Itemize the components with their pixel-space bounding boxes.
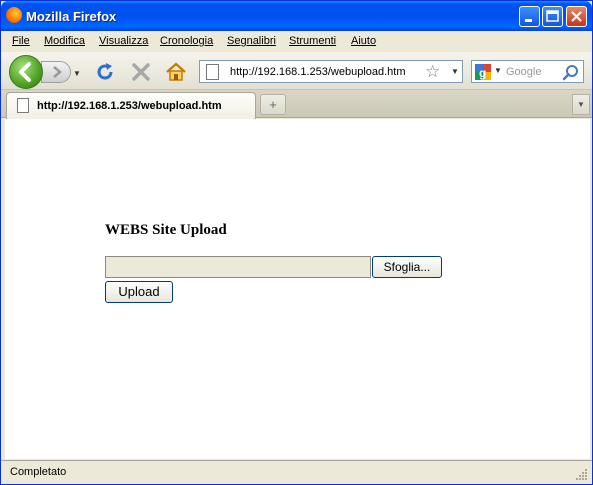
status-text: Completato xyxy=(10,466,67,478)
close-button[interactable] xyxy=(566,6,587,27)
close-icon xyxy=(571,11,582,22)
menu-segnalibri[interactable]: Segnalibri xyxy=(227,35,276,47)
tab-strip: http://192.168.1.253/webupload.htm + ▼ xyxy=(1,90,592,119)
page-icon[interactable] xyxy=(206,64,219,80)
svg-text:g: g xyxy=(479,66,486,80)
menu-visualizza[interactable]: Visualizza xyxy=(99,35,148,47)
menu-modifica[interactable]: Modifica xyxy=(44,35,85,47)
plus-icon: + xyxy=(269,97,277,112)
browser-window: Mozilla Firefox File Modifica Visualizza… xyxy=(0,0,593,485)
page-icon xyxy=(17,98,29,113)
menu-aiuto[interactable]: Aiuto xyxy=(351,35,376,47)
minimize-button[interactable] xyxy=(519,6,540,27)
menu-strumenti[interactable]: Strumenti xyxy=(289,35,336,47)
upload-button[interactable]: Upload xyxy=(105,281,173,303)
maximize-icon xyxy=(546,10,559,22)
new-tab-button[interactable]: + xyxy=(260,94,286,115)
chevron-down-icon: ▼ xyxy=(577,100,585,109)
history-dropdown-icon[interactable]: ▼ xyxy=(73,69,81,78)
reload-icon[interactable] xyxy=(94,61,116,83)
window-title: Mozilla Firefox xyxy=(26,9,117,24)
resize-grip-icon[interactable] xyxy=(574,467,588,481)
url-bar[interactable]: http://192.168.1.253/webupload.htm ☆ ▼ xyxy=(199,60,463,83)
menu-cronologia[interactable]: Cronologia xyxy=(160,35,213,47)
maximize-button[interactable] xyxy=(542,6,563,27)
back-arrow-icon xyxy=(19,62,31,82)
page-heading: WEBS Site Upload xyxy=(105,222,227,238)
search-bar[interactable]: g ▼ Google xyxy=(471,60,584,83)
stop-icon[interactable] xyxy=(130,61,152,83)
tab-active[interactable]: http://192.168.1.253/webupload.htm xyxy=(6,92,256,119)
page-content: WEBS Site Upload Sfoglia... Upload xyxy=(5,119,590,459)
tab-list-button[interactable]: ▼ xyxy=(572,94,590,115)
menu-bar: File Modifica Visualizza Cronologia Segn… xyxy=(1,31,592,52)
bookmark-star-icon[interactable]: ☆ xyxy=(425,62,440,82)
forward-arrow-icon xyxy=(53,66,62,78)
file-path-field[interactable] xyxy=(105,256,371,278)
back-button[interactable] xyxy=(9,55,43,89)
forward-button[interactable] xyxy=(41,61,71,83)
browse-button[interactable]: Sfoglia... xyxy=(372,256,442,278)
magnifier-icon[interactable] xyxy=(562,64,580,82)
search-input[interactable]: Google xyxy=(506,66,541,78)
navigation-toolbar: ▼ http://192.168.1.253/webupload.htm ☆ ▼ xyxy=(1,52,592,90)
tab-label: http://192.168.1.253/webupload.htm xyxy=(37,100,222,112)
home-icon[interactable] xyxy=(165,61,187,83)
google-engine-icon[interactable]: g xyxy=(475,64,491,80)
search-engine-dropdown-icon[interactable]: ▼ xyxy=(494,66,502,75)
title-bar[interactable]: Mozilla Firefox xyxy=(1,1,592,31)
url-text[interactable]: http://192.168.1.253/webupload.htm xyxy=(230,66,406,78)
status-bar: Completato xyxy=(1,460,592,484)
url-dropdown-icon[interactable]: ▼ xyxy=(451,67,459,76)
minimize-icon xyxy=(525,19,532,22)
menu-file[interactable]: File xyxy=(12,35,30,47)
firefox-logo-icon xyxy=(6,7,22,23)
